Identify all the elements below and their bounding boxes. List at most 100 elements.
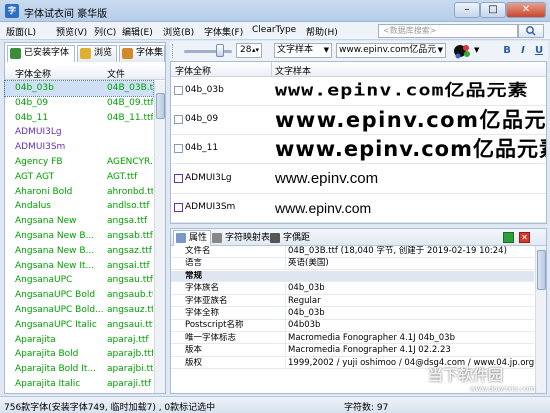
font-list-row[interactable]: 04b_09 04B_09.ttf xyxy=(5,96,153,111)
tab-browse[interactable]: 浏览 xyxy=(77,45,117,62)
preview-font-name: 04b_09 xyxy=(185,114,219,125)
font-name: ADMUI3Lg xyxy=(15,127,62,138)
font-list-row[interactable]: Aparajita Bold aparajb.ttf xyxy=(5,347,153,362)
row-checkbox[interactable] xyxy=(174,173,183,183)
preview-row[interactable]: 04b_11 www.epinv.com亿品元素 xyxy=(171,135,546,165)
row-checkbox[interactable] xyxy=(174,115,183,125)
menu-edit[interactable]: 编辑(E) xyxy=(122,25,153,38)
row-checkbox[interactable] xyxy=(174,144,183,154)
font-list-row[interactable]: AGT AGT AGT.ttf xyxy=(5,170,153,185)
property-value[interactable]: Macromedia Fonographer 4.1J 02.2.23 xyxy=(285,345,534,356)
menu-browse[interactable]: 浏览(B) xyxy=(163,25,194,38)
database-search-input[interactable]: <数据库搜索> xyxy=(378,24,518,38)
tab-kerning[interactable]: 字偶距 xyxy=(267,230,314,246)
bold-button[interactable]: B xyxy=(500,43,514,58)
property-value[interactable]: Macromedia Fonographer 4.1J 04b_03b xyxy=(285,332,534,344)
maximize-button[interactable]: □ xyxy=(480,2,506,18)
menu-help[interactable]: 帮助(H) xyxy=(306,25,338,38)
font-name: AGT AGT xyxy=(15,171,55,182)
sample-text-input[interactable]: www.epinv.com亿品元素 ▼ xyxy=(336,43,446,58)
preview-font-name: ADMUI3Sm xyxy=(185,201,236,212)
font-list-row[interactable]: 04b_03b 04B_03B.ttf xyxy=(4,80,154,97)
tab-char-map-label: 字符映射表 xyxy=(225,233,271,243)
property-value[interactable]: Regular xyxy=(285,295,534,307)
search-button[interactable] xyxy=(518,24,544,38)
font-file: 04B_03B.ttf xyxy=(107,83,153,93)
font-list-row[interactable]: ADMUI3Sm xyxy=(5,140,153,155)
preview-row[interactable]: ADMUI3Lg www.epinv.com xyxy=(171,165,546,194)
font-list-row[interactable]: Aparajita Bold It... aparajbi.ttf xyxy=(5,362,153,377)
save-icon[interactable] xyxy=(503,232,514,243)
font-list-row[interactable]: AngsanaUPC angsau.ttf xyxy=(5,273,153,288)
underline-button[interactable]: U xyxy=(532,43,546,58)
preview-row[interactable]: 04b_09 www.epinv.com亿品元素 xyxy=(171,106,546,136)
font-list-row[interactable]: Aparajita Italic aparaji.ttf xyxy=(5,377,153,392)
font-name: Angsana New It... xyxy=(15,260,95,271)
menu-cleartype[interactable]: ClearType xyxy=(252,25,296,35)
font-file: andlso.ttf xyxy=(107,201,150,212)
tab-font-sets[interactable]: 字体集 xyxy=(119,45,165,62)
font-list-row[interactable]: AngsanaUPC Bold angsaub.ttf xyxy=(5,288,153,303)
size-slider-track[interactable] xyxy=(184,50,232,53)
font-name: Andalus xyxy=(15,201,51,212)
column-header-file[interactable]: 文件 xyxy=(107,67,125,80)
font-list-row[interactable]: AngsanaUPC Bold... angsauz.ttf xyxy=(5,303,153,318)
kerning-icon xyxy=(270,233,280,243)
preview-sample-text: www.epinv.com亿品元素 xyxy=(275,80,529,100)
tab-properties[interactable]: 属性 xyxy=(173,230,212,246)
font-size-input[interactable]: 28 ▴▾ xyxy=(236,43,262,58)
menu-fontset[interactable]: 字体集(F) xyxy=(204,25,243,38)
chevron-down-icon[interactable]: ▼ xyxy=(474,46,479,54)
property-value[interactable]: 04b03b xyxy=(285,320,534,331)
row-checkbox[interactable] xyxy=(174,202,183,212)
color-picker-button[interactable] xyxy=(452,42,472,60)
property-value[interactable]: 04b_03b xyxy=(285,308,534,319)
preview-row[interactable]: 04b_03b www.epinv.com亿品元素 xyxy=(171,77,546,106)
menu-layout[interactable]: 版面(L) xyxy=(6,25,36,38)
font-list-row[interactable]: Agency FB AGENCYR.TTF xyxy=(5,155,153,170)
font-file: angsab.ttf xyxy=(107,231,153,241)
preview-header-sample[interactable]: 文字样本 xyxy=(275,64,311,77)
sample-type-select[interactable]: 文字样本 ▼ xyxy=(274,43,332,58)
font-list-row[interactable]: Aharoni Bold ahronbd.ttf xyxy=(5,185,153,200)
minimize-button[interactable]: – xyxy=(454,2,480,18)
row-checkbox[interactable] xyxy=(174,86,183,95)
font-list-row[interactable]: 04b_11 04B_11.ttf xyxy=(5,111,153,126)
column-header-name[interactable]: 字体全称 xyxy=(15,67,51,80)
property-value[interactable]: 英语(美国) xyxy=(285,258,534,269)
preview-header-name[interactable]: 字体全称 xyxy=(175,64,211,77)
font-list-row[interactable]: Aparajita aparaj.ttf xyxy=(5,333,153,348)
font-list-row[interactable]: Angsana New angsa.ttf xyxy=(5,214,153,229)
toolbar-grip xyxy=(172,44,182,58)
font-list-panel: 已安装字体 浏览 字体集 字体全称 文件 04b_03b04B_03B.ttf0… xyxy=(4,42,166,394)
font-list-row[interactable]: Andalus andlso.ttf xyxy=(5,199,153,214)
menu-columns[interactable]: 列(C) xyxy=(94,25,116,38)
font-preview-panel: 字体全称 文字样本 04b_03b www.epinv.com亿品元素 04b_09… xyxy=(170,61,547,224)
font-name: AngsanaUPC xyxy=(15,275,73,286)
scrollbar-thumb[interactable] xyxy=(537,250,546,290)
window-title: 字体试衣间 豪华版 xyxy=(24,9,108,20)
menu-preview[interactable]: 预览(V) xyxy=(56,25,87,38)
property-value[interactable]: 04B_03B.ttf (18,040 字节, 创建于 2019-02-19 1… xyxy=(285,246,534,257)
preview-row[interactable]: ADMUI3Sm www.epinv.com xyxy=(171,194,546,223)
font-list-row[interactable]: Angsana New B... angsaz.ttf xyxy=(5,244,153,259)
status-font-count: 756款字体(安装字体749, 临时加载7) , 0款标记选中 xyxy=(4,403,216,413)
font-list-row[interactable]: Angsana New It... angsai.ttf xyxy=(5,259,153,274)
font-name: Aparajita xyxy=(15,334,56,345)
italic-button[interactable]: I xyxy=(516,43,530,58)
properties-tabs: 属性 字符映射表 字偶距 ✕ xyxy=(171,229,546,246)
property-value[interactable]: 04b_03b xyxy=(285,283,534,294)
font-name: Angsana New B... xyxy=(15,245,95,256)
spin-icon: ▴▾ xyxy=(251,46,259,54)
font-list-row[interactable]: ADMUI3Lg xyxy=(5,125,153,140)
font-list-row[interactable]: Angsana New B... angsab.ttf xyxy=(5,229,153,244)
close-button[interactable]: ✕ xyxy=(506,2,546,18)
font-list-scrollbar[interactable] xyxy=(154,81,165,393)
properties-icon xyxy=(176,233,186,243)
tab-installed-fonts[interactable]: 已安装字体 xyxy=(7,45,75,62)
close-panel-icon[interactable]: ✕ xyxy=(519,232,530,243)
tab-char-map[interactable]: 字符映射表 xyxy=(209,230,274,246)
font-list-row[interactable]: AngsanaUPC Italic angsaui.ttf xyxy=(5,318,153,333)
size-slider-thumb[interactable] xyxy=(216,44,224,57)
scrollbar-thumb[interactable] xyxy=(156,93,165,119)
